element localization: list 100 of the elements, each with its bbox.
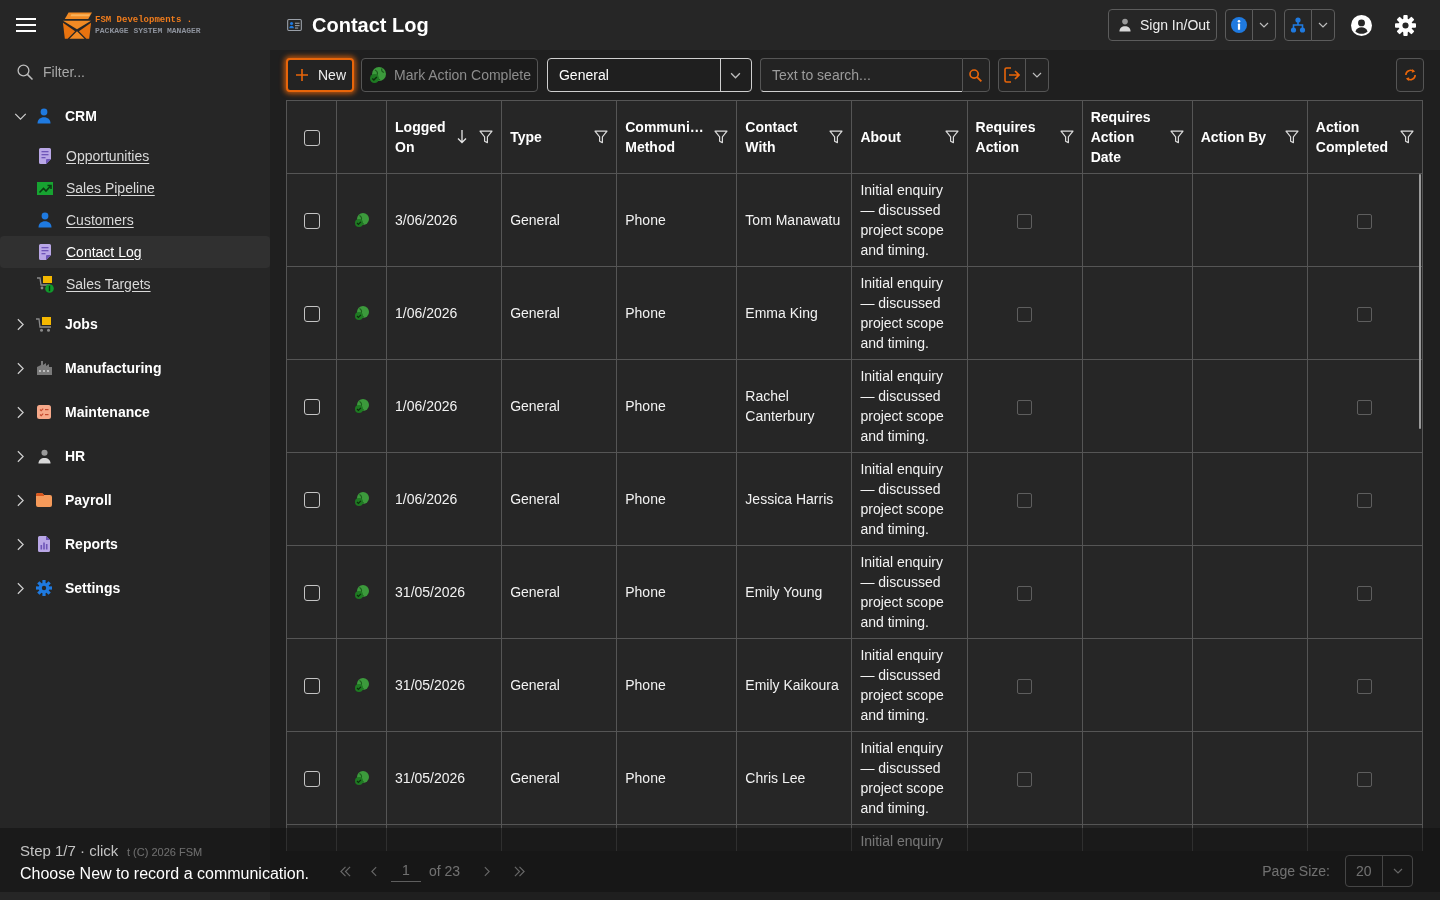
nav-group-label[interactable]: Settings [65, 577, 121, 599]
person-icon [38, 212, 52, 228]
table-cell: Rachel Canterbury [736, 359, 852, 453]
nav-group-label[interactable]: CRM [65, 105, 97, 127]
table-cell: Initial enquiry — discussed project scope and timing. [851, 359, 968, 453]
select-all-checkbox[interactable] [303, 130, 320, 147]
chevron-right-icon[interactable] [16, 317, 24, 331]
filter-icon[interactable] [1400, 130, 1414, 144]
filter-icon[interactable] [1284, 130, 1299, 144]
nav-link[interactable]: Sales Targets [66, 273, 151, 295]
table-cell: Phone [616, 731, 737, 825]
row-checkbox[interactable] [303, 678, 320, 695]
row-checkbox[interactable] [303, 492, 320, 509]
settings-icon[interactable] [1395, 14, 1416, 36]
search-field[interactable]: Text to search... [759, 58, 962, 92]
info-button[interactable] [1225, 9, 1253, 41]
previous-page-icon[interactable] [371, 865, 377, 877]
next-page-icon[interactable] [484, 865, 491, 877]
filter-icon[interactable] [594, 130, 609, 144]
column-header[interactable]: About [860, 127, 939, 147]
filter-icon[interactable] [714, 130, 729, 144]
requires-action-checkbox[interactable] [1017, 399, 1033, 415]
sign-in-out-button[interactable]: Sign In/Out [1107, 9, 1217, 41]
export-button[interactable] [997, 58, 1026, 92]
action-completed-checkbox[interactable] [1357, 213, 1373, 229]
cart-icon [36, 275, 54, 293]
page-size-select[interactable]: 20 [1345, 855, 1413, 887]
chevron-down-icon[interactable] [13, 112, 27, 120]
first-page-icon[interactable] [340, 865, 351, 877]
nav-link[interactable]: Opportunities [66, 145, 150, 167]
last-page-icon[interactable] [514, 865, 526, 877]
requires-action-checkbox[interactable] [1017, 306, 1033, 322]
table-cell: Initial enquiry — discussed project scope and timing. [851, 638, 968, 732]
contact-card-icon [287, 19, 302, 31]
check-circle-icon [370, 67, 386, 83]
nav-group-label[interactable]: Payroll [65, 489, 112, 511]
info-icon [1231, 17, 1247, 33]
page-count: of 23 [429, 861, 461, 881]
filter-field[interactable]: Filter... [43, 61, 243, 83]
check-circle-icon [354, 771, 369, 785]
column-header[interactable]: Action By [1200, 127, 1279, 147]
chevron-right-icon[interactable] [16, 493, 24, 507]
requires-action-checkbox[interactable] [1017, 771, 1033, 787]
check-circle-icon [354, 678, 369, 692]
requires-action-checkbox[interactable] [1017, 585, 1033, 601]
nav-group-label[interactable]: Reports [65, 533, 118, 555]
chevron-right-icon[interactable] [16, 449, 24, 463]
search-button[interactable] [961, 58, 990, 92]
requires-action-checkbox[interactable] [1017, 492, 1033, 508]
table-cell: Phone [616, 638, 737, 732]
requires-action-checkbox[interactable] [1017, 213, 1033, 229]
action-completed-checkbox[interactable] [1357, 492, 1373, 508]
nav-link[interactable]: Sales Pipeline [66, 177, 155, 199]
refresh-button[interactable] [1396, 58, 1424, 92]
chevron-right-icon[interactable] [16, 537, 24, 551]
action-completed-checkbox[interactable] [1357, 306, 1373, 322]
logo-icon [62, 11, 92, 39]
hierarchy-button[interactable] [1284, 9, 1312, 41]
nav-link[interactable]: Customers [66, 209, 134, 231]
nav-group-label[interactable]: Manufacturing [65, 357, 162, 379]
check-circle-icon [354, 399, 369, 413]
nav-link[interactable]: Contact Log [66, 241, 142, 263]
row-checkbox[interactable] [303, 585, 320, 602]
settings-icon [36, 580, 52, 596]
filter-icon[interactable] [1059, 130, 1074, 144]
column-header[interactable]: Type [510, 127, 589, 147]
row-checkbox[interactable] [303, 213, 320, 230]
table-cell: Initial enquiry — discussed project scope and timing. [851, 173, 968, 267]
table-cell: Phone [616, 266, 737, 360]
requires-action-checkbox[interactable] [1017, 678, 1033, 694]
action-completed-checkbox[interactable] [1357, 399, 1373, 415]
type-select[interactable]: General [546, 58, 752, 92]
row-checkbox[interactable] [303, 399, 320, 416]
account-icon[interactable] [1351, 14, 1372, 36]
filter-icon[interactable] [479, 130, 494, 144]
action-completed-checkbox[interactable] [1357, 771, 1373, 787]
table-cell: Emma King [736, 266, 852, 360]
scrollbar-thumb[interactable] [1419, 174, 1421, 429]
row-checkbox[interactable] [303, 771, 320, 788]
menu-icon[interactable] [16, 18, 36, 32]
nav-group-label[interactable]: Maintenance [65, 401, 150, 423]
chevron-right-icon[interactable] [16, 361, 24, 375]
action-completed-checkbox[interactable] [1357, 585, 1373, 601]
action-completed-checkbox[interactable] [1357, 678, 1373, 694]
nav-group-label[interactable]: HR [65, 445, 86, 467]
page-size-label: Page Size: [1262, 861, 1330, 881]
brand-tagline: PACKAGE SYSTEM MANAGER [95, 26, 201, 35]
chevron-right-icon[interactable] [16, 405, 24, 419]
sort-down-icon[interactable] [457, 130, 468, 144]
table-cell: 31/05/2026 [386, 638, 502, 732]
filter-icon[interactable] [1169, 130, 1184, 144]
nav-group-label[interactable]: Jobs [65, 313, 98, 335]
table-cell: Phone [616, 173, 737, 267]
new-button[interactable]: New [286, 58, 354, 92]
filter-icon[interactable] [829, 130, 844, 144]
row-checkbox[interactable] [303, 306, 320, 323]
filter-icon[interactable] [944, 130, 959, 144]
chevron-right-icon[interactable] [16, 581, 24, 595]
page-field[interactable]: 1 [391, 860, 421, 882]
copyright-text: t (C) 2026 FSM [127, 844, 204, 860]
